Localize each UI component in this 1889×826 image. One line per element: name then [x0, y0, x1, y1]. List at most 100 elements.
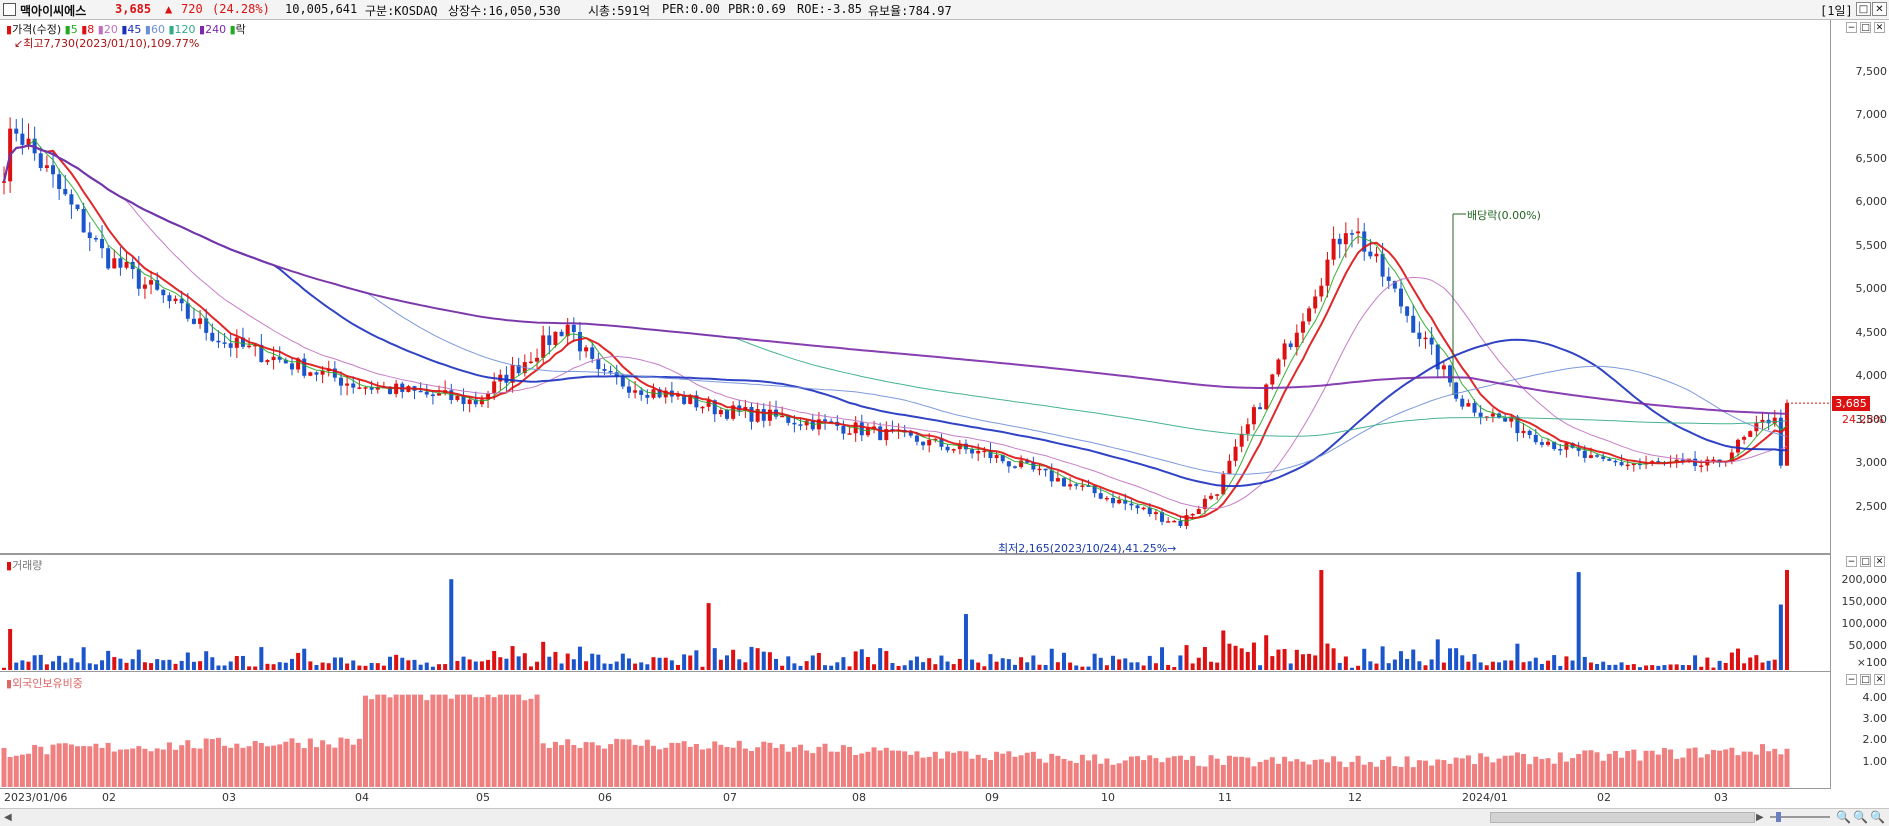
volume-bar: [872, 664, 877, 670]
foreign-ownership-bar: [1741, 751, 1747, 787]
volume-bar: [351, 660, 356, 670]
volume-bar: [1637, 667, 1642, 670]
candle-body: [271, 356, 276, 361]
candle-body: [1012, 466, 1017, 468]
foreign-ownership-bar: [1220, 764, 1226, 787]
foreign-ownership-bar: [246, 746, 252, 787]
candle-body: [994, 455, 999, 459]
foreign-ownership-bar: [381, 694, 387, 787]
volume-bar: [314, 664, 319, 670]
volume-bar: [1325, 643, 1330, 670]
candle-body: [1368, 251, 1373, 257]
volume-bar: [620, 653, 625, 670]
candle-body: [1742, 436, 1747, 440]
volume-bar: [1135, 662, 1140, 670]
candle-body: [596, 358, 601, 370]
candle-body: [1699, 465, 1704, 467]
foreign-ownership-bar: [975, 754, 981, 787]
zoom-slider-handle[interactable]: [1776, 812, 1781, 822]
volume-bar: [1202, 646, 1207, 670]
volume-bar: [608, 663, 613, 670]
foreign-ownership-bar: [1349, 761, 1355, 787]
volume-bar: [780, 665, 785, 670]
candle-body: [761, 409, 766, 421]
foreign-ownership-bar: [75, 746, 81, 787]
foreign-ownership-bar: [412, 694, 418, 787]
volume-bar: [1123, 658, 1128, 670]
volume-bar: [247, 666, 252, 670]
foreign-ownership-bar: [1539, 759, 1545, 787]
volume-bar: [1184, 645, 1189, 670]
candle-body: [859, 422, 864, 436]
volume-bar: [320, 662, 325, 670]
candle-body: [1037, 468, 1042, 471]
candle-body: [149, 280, 154, 285]
volume-bar: [1552, 655, 1557, 670]
volume-bar: [841, 657, 846, 670]
scroll-left-icon[interactable]: ◀: [4, 812, 12, 823]
foreign-ownership-bar: [1079, 754, 1085, 787]
candle-body: [87, 232, 92, 239]
foreign-ownership-bar: [320, 740, 326, 787]
foreign-ownership-bar: [7, 756, 13, 787]
foreign-ownership-bar: [920, 757, 926, 787]
foreign-ownership-bar: [749, 751, 755, 787]
volume-bar: [1313, 655, 1318, 670]
foreign-ownership-bar: [1686, 748, 1692, 787]
foreign-ownership-bar: [130, 748, 136, 787]
volume-bar: [1435, 639, 1440, 670]
volume-bar: [565, 653, 570, 670]
volume-bar: [136, 649, 141, 670]
scroll-right-icon[interactable]: ▶: [1756, 812, 1764, 823]
horizontal-scrollbar[interactable]: ◀ ▶ 🔍 🔍 🔍: [0, 808, 1889, 826]
foreign-ownership-bar: [1380, 759, 1386, 787]
foreign-ownership-bar: [1226, 755, 1232, 787]
volume-bar: [381, 665, 386, 670]
volume-bar: [798, 665, 803, 670]
volume-bar: [155, 659, 160, 670]
foreign-ownership-bar: [932, 751, 938, 787]
scroll-thumb[interactable]: [1490, 812, 1755, 823]
volume-bar: [167, 659, 172, 670]
candle-body: [584, 347, 589, 352]
candle-body: [308, 372, 313, 376]
volume-bar: [1037, 664, 1042, 670]
volume-bar: [1619, 662, 1624, 670]
candle-body: [1258, 407, 1263, 410]
foreign-ownership-bar: [687, 746, 693, 787]
volume-bar: [412, 659, 417, 670]
candle-body: [14, 128, 19, 134]
volume-bar: [1539, 663, 1544, 670]
candle-body: [314, 372, 319, 375]
foreign-ownership-bar: [1263, 759, 1269, 787]
stock-chart[interactable]: [0, 0, 1889, 808]
volume-bar: [1613, 664, 1618, 670]
zoom-in-icon[interactable]: 🔍: [1870, 810, 1885, 824]
foreign-ownership-bar: [473, 697, 479, 787]
volume-bar: [1196, 657, 1201, 670]
foreign-ownership-bar: [840, 745, 846, 787]
volume-bar: [1215, 662, 1220, 670]
zoom-reset-icon[interactable]: 🔍: [1853, 810, 1868, 824]
zoom-out-icon[interactable]: 🔍: [1836, 810, 1851, 824]
candle-body: [571, 324, 576, 333]
candle-body: [1472, 403, 1477, 413]
candle-body: [210, 332, 215, 341]
volume-bar: [865, 657, 870, 670]
volume-bar: [204, 651, 209, 670]
candle-body: [1411, 315, 1416, 333]
foreign-ownership-bar: [779, 744, 785, 787]
foreign-ownership-bar: [1122, 760, 1128, 787]
foreign-ownership-bar: [209, 739, 215, 787]
volume-bar: [976, 662, 981, 670]
candle-body: [810, 420, 815, 430]
volume-bar: [749, 646, 754, 670]
foreign-ownership-bar: [816, 746, 822, 787]
foreign-ownership-bar: [810, 753, 816, 787]
candle-body: [1104, 497, 1109, 500]
volume-bar: [283, 662, 288, 670]
foreign-ownership-bar: [1275, 763, 1281, 787]
foreign-ownership-bar: [699, 749, 705, 787]
foreign-ownership-bar: [1459, 758, 1465, 787]
foreign-ownership-bar: [828, 751, 834, 787]
